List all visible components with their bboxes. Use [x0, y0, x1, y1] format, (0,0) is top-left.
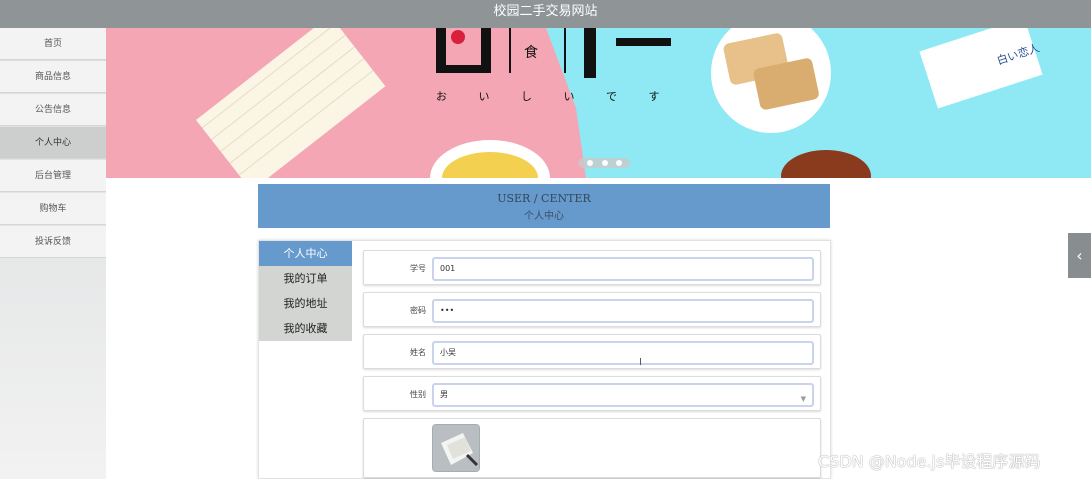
user-center-menu: 个人中心 我的订单 我的地址 我的收藏 — [259, 241, 352, 479]
menu-box: 个人中心 我的订单 我的地址 我的收藏 — [259, 241, 352, 341]
password-label: 密码 — [410, 306, 426, 315]
sidebar-item-home[interactable]: 首页 — [0, 28, 106, 60]
menu-item-my-orders[interactable]: 我的订单 — [259, 266, 352, 291]
sidebar-item-cart[interactable]: 购物车 — [0, 193, 106, 225]
name-row: 姓名 小吴 — [363, 334, 821, 369]
student-id-label: 学号 — [410, 264, 426, 273]
banner-small-glyph: 食 — [524, 45, 538, 61]
site-title: 校园二手交易网站 — [493, 4, 598, 19]
photo-thumbnail-icon — [433, 425, 479, 471]
banner-carousel[interactable]: 食 お い し い で す 白い恋人 — [106, 28, 1091, 178]
name-label: 姓名 — [410, 348, 426, 357]
site-title-bar: 校园二手交易网站 — [0, 0, 1091, 28]
user-center-title-zh: 个人中心 — [524, 211, 564, 222]
menu-item-personal-center[interactable]: 个人中心 — [259, 241, 352, 266]
avatar-row — [363, 418, 821, 478]
sidebar-item-notices[interactable]: 公告信息 — [0, 94, 106, 126]
gender-select[interactable]: 男 ▼ — [432, 383, 814, 407]
name-input[interactable]: 小吴 — [432, 341, 814, 365]
gender-label: 性别 — [410, 390, 426, 399]
student-id-row: 学号 001 — [363, 250, 821, 285]
watermark-text: CSDN @Node.js毕设程序源码 — [818, 452, 1041, 471]
banner-kana-text: お い し い で す — [436, 90, 674, 103]
sidebar-nav: 首页 商品信息 公告信息 个人中心 后台管理 购物车 投诉反馈 — [0, 28, 106, 479]
password-input[interactable]: ••• — [432, 299, 814, 323]
text-cursor-icon: I — [639, 357, 642, 368]
sidebar-item-products[interactable]: 商品信息 — [0, 61, 106, 93]
gender-row: 性别 男 ▼ — [363, 376, 821, 411]
sidebar-item-personal-center[interactable]: 个人中心 — [0, 127, 106, 159]
student-id-input[interactable]: 001 — [432, 257, 814, 281]
chevron-down-icon: ▼ — [800, 395, 806, 403]
profile-form: 学号 001 密码 ••• 姓名 小吴 性别 男 ▼ — [363, 250, 821, 479]
gender-select-value: 男 — [440, 390, 448, 399]
menu-item-my-address[interactable]: 我的地址 — [259, 291, 352, 316]
chevron-left-icon: ‹ — [1076, 246, 1083, 265]
user-center-header: USER / CENTER 个人中心 — [258, 184, 830, 228]
sidebar-item-admin[interactable]: 后台管理 — [0, 160, 106, 192]
menu-item-my-favorites[interactable]: 我的收藏 — [259, 316, 352, 341]
password-row: 密码 ••• — [363, 292, 821, 327]
side-collapse-tab[interactable]: ‹ — [1068, 233, 1091, 278]
user-center-card: 个人中心 我的订单 我的地址 我的收藏 学号 001 密码 ••• 姓名 小吴 … — [258, 240, 831, 479]
user-center-title-en: USER / CENTER — [497, 192, 591, 205]
sidebar-item-feedback[interactable]: 投诉反馈 — [0, 226, 106, 258]
avatar-thumbnail[interactable] — [432, 424, 480, 472]
